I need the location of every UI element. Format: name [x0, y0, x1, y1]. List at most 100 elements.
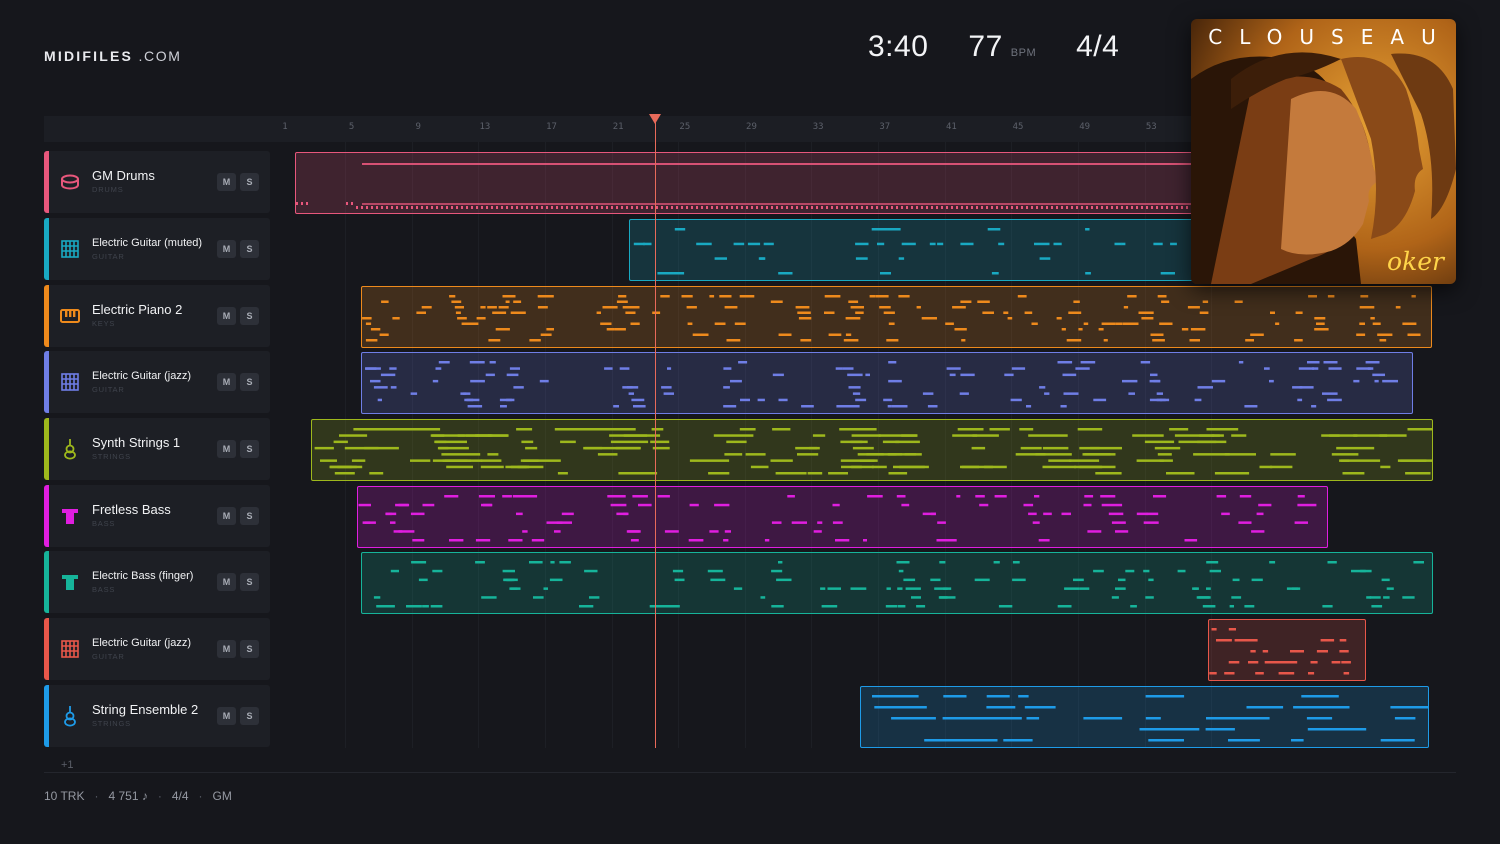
more-tracks-indicator[interactable]: +1 [61, 759, 74, 771]
track-header[interactable]: GM Drums DRUMS M S [44, 151, 270, 213]
track-name[interactable]: Electric Guitar (jazz) [92, 637, 191, 649]
track-header[interactable]: Electric Guitar (jazz) GUITAR M S [44, 351, 270, 413]
clip-notes [296, 163, 1193, 209]
solo-button[interactable]: S [240, 507, 259, 525]
midi-standard: GM [212, 789, 232, 803]
midi-clip[interactable] [629, 219, 1197, 281]
brand-logo: MIDIFILES .COM [44, 48, 181, 64]
midi-clip[interactable] [295, 152, 1197, 214]
track-name[interactable]: Electric Guitar (jazz) [92, 370, 191, 382]
track-header[interactable]: Electric Bass (finger) BASS M S [44, 551, 270, 613]
ruler-tick-41: 41 [945, 122, 957, 132]
ruler-tick-21: 21 [612, 122, 624, 132]
midi-clip[interactable] [361, 352, 1413, 414]
track-name[interactable]: Fretless Bass [92, 502, 171, 517]
clip-notes [314, 428, 1432, 475]
playhead-line[interactable] [655, 116, 656, 748]
clip-notes [633, 228, 1177, 275]
track-category: GUITAR [92, 385, 125, 394]
midi-clip[interactable] [311, 419, 1433, 481]
track-color-bar [44, 618, 49, 680]
mute-button[interactable]: M [217, 573, 236, 591]
track-color-bar [44, 551, 49, 613]
album-subtitle: oker [1387, 247, 1444, 276]
footer-time-signature: 4/4 [171, 789, 189, 803]
album-cover: CLOUSEAU oker [1191, 19, 1456, 284]
track-color-bar [44, 285, 49, 347]
track-category: GUITAR [92, 252, 125, 261]
clip-notes [358, 495, 1317, 542]
solo-button[interactable]: S [240, 707, 259, 725]
track-name[interactable]: Electric Bass (finger) [92, 570, 193, 582]
track-header[interactable]: Electric Piano 2 KEYS M S [44, 285, 270, 347]
album-title: CLOUSEAU [1208, 25, 1453, 49]
track-name[interactable]: Synth Strings 1 [92, 435, 180, 450]
mute-button[interactable]: M [217, 240, 236, 258]
violin-icon [58, 437, 82, 461]
mute-button[interactable]: M [217, 173, 236, 191]
solo-button[interactable]: S [240, 640, 259, 658]
clip-notes [373, 561, 1424, 608]
track-count: 10 TRK [44, 789, 85, 803]
midi-clip[interactable] [860, 686, 1429, 748]
mute-button[interactable]: M [217, 507, 236, 525]
ruler-tick-45: 45 [1012, 122, 1024, 132]
ruler-tick-17: 17 [546, 122, 557, 132]
violin-icon [58, 704, 82, 728]
footer-info: 10 TRK · 4 751 ♪ · 4/4 · GM [44, 789, 232, 803]
track-category: BASS [92, 519, 116, 528]
ruler-tick-25: 25 [679, 122, 691, 132]
track-name[interactable]: GM Drums [92, 168, 155, 183]
brand-name: MIDIFILES [44, 48, 134, 64]
solo-button[interactable]: S [240, 373, 259, 391]
track-header[interactable]: Electric Guitar (muted) GUITAR M S [44, 218, 270, 280]
tempo-value: 77 [968, 30, 1003, 63]
track-color-bar [44, 418, 49, 480]
midi-clip[interactable] [361, 286, 1432, 348]
solo-button[interactable]: S [240, 573, 259, 591]
solo-button[interactable]: S [240, 440, 259, 458]
track-header[interactable]: Synth Strings 1 STRINGS M S [44, 418, 270, 480]
track-header[interactable]: Electric Guitar (jazz) GUITAR M S [44, 618, 270, 680]
mute-button[interactable]: M [217, 440, 236, 458]
playhead-handle[interactable] [649, 114, 661, 124]
clip-notes [365, 361, 1398, 408]
ruler-tick-13: 13 [479, 122, 491, 132]
time-signature: 4/4 [1076, 30, 1120, 63]
bass-icon [58, 504, 82, 528]
midi-clip[interactable] [361, 552, 1433, 614]
mute-button[interactable]: M [217, 640, 236, 658]
track-header[interactable]: Fretless Bass BASS M S [44, 485, 270, 547]
track-color-bar [44, 685, 49, 747]
ruler-tick-49: 49 [1079, 122, 1091, 132]
mute-button[interactable]: M [217, 373, 236, 391]
clip-notes [362, 295, 1421, 342]
solo-button[interactable]: S [240, 240, 259, 258]
mute-button[interactable]: M [217, 707, 236, 725]
note-count: 4 751 ♪ [108, 789, 148, 803]
guitar-icon [58, 637, 82, 661]
ruler-tick-1: 1 [282, 122, 288, 132]
midi-clip[interactable] [1208, 619, 1366, 681]
solo-button[interactable]: S [240, 173, 259, 191]
track-category: BASS [92, 585, 116, 594]
midi-clip[interactable] [357, 486, 1328, 548]
track-color-bar [44, 151, 49, 213]
clip-notes [872, 695, 1428, 742]
track-header[interactable]: String Ensemble 2 STRINGS M S [44, 685, 270, 747]
bass-icon [58, 570, 82, 594]
ruler-tick-53: 53 [1145, 122, 1157, 132]
ruler-tick-37: 37 [879, 122, 891, 132]
drum-icon [58, 170, 82, 194]
song-duration: 3:40 [868, 30, 929, 63]
transport-stats: 3:40 77 BPM 4/4 [868, 30, 1119, 70]
solo-button[interactable]: S [240, 307, 259, 325]
mute-button[interactable]: M [217, 307, 236, 325]
track-name[interactable]: Electric Guitar (muted) [92, 237, 202, 249]
ruler-tick-29: 29 [746, 122, 757, 132]
clip-notes [1209, 628, 1351, 675]
album-cover-artwork [1191, 19, 1456, 284]
track-name[interactable]: Electric Piano 2 [92, 302, 182, 317]
track-name[interactable]: String Ensemble 2 [92, 702, 198, 717]
footer-divider [44, 772, 1456, 773]
